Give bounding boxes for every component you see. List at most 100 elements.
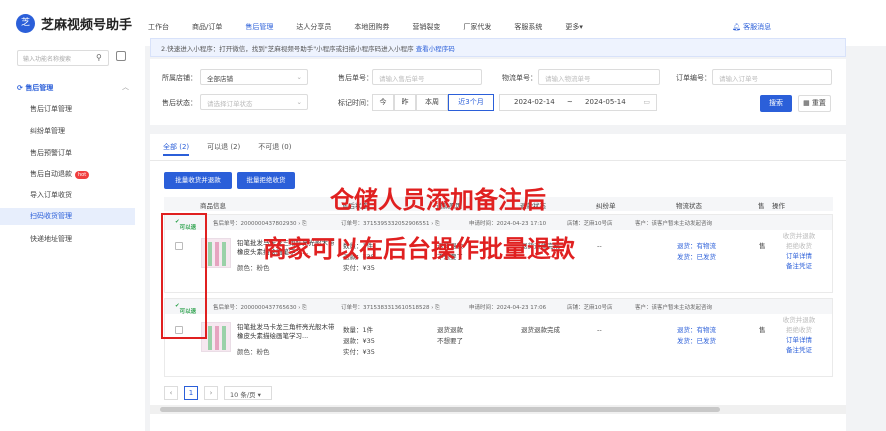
logistics-cell[interactable]: 退货：有物流 发货：已发货 — [677, 325, 716, 347]
bulk-reject-button[interactable]: 批量拒绝收货 — [237, 172, 295, 189]
logistics-label: 物流单号： — [502, 74, 537, 82]
bell-icon: 🔔︎ — [732, 23, 744, 31]
page-size-select[interactable]: 10 条/页 ▾ — [224, 386, 272, 400]
col-dispute: 纠纷单 — [596, 202, 616, 210]
date-sep: ~ — [566, 98, 573, 106]
after-no[interactable]: 售后单号：2000000437802930 › ⎘ — [213, 219, 307, 228]
tab-non-refundable[interactable]: 不可退 (0) — [258, 142, 291, 156]
sidebar-item-scan-receive[interactable]: 扫码收货管理 — [0, 208, 135, 225]
return-logistics[interactable]: 退货：有物流 — [677, 241, 716, 252]
order-label: 订单编号： — [676, 74, 711, 82]
sidebar-item-after-sales-orders[interactable]: 售后订单管理 — [30, 104, 72, 114]
list-panel: 全部 (2) 可以退 (2) 不可退 (0) 批量收货并退款 批量拒绝收货 商品… — [150, 134, 846, 431]
apply-time: 申请时间：2024-04-23 17:10 — [469, 221, 547, 227]
date-week-button[interactable]: 本周 — [416, 94, 448, 111]
table-row: ✔ 可以退 售后单号：2000000437765630 › ⎘ 订单号：3715… — [164, 298, 833, 377]
bulk-receive-refund-button[interactable]: 批量收货并退款 — [164, 172, 232, 189]
order-input[interactable]: 请输入订单号 — [712, 69, 832, 85]
menu-collapse-icon[interactable] — [116, 51, 126, 61]
receive-refund-link[interactable]: 收货并退款 — [765, 231, 833, 241]
tab-refundable[interactable]: 可以退 (2) — [207, 142, 240, 156]
sidebar-item-warning-orders[interactable]: 售后预警订单 — [30, 148, 72, 158]
sidebar-item-import-receive[interactable]: 导入订单收货 — [30, 190, 72, 200]
next-page-button[interactable]: › — [204, 386, 218, 400]
paid-amount: 实付：¥35 — [343, 264, 375, 272]
logistics-input[interactable]: 请输入物流单号 — [538, 69, 660, 85]
mini-program-code-link[interactable]: 查看小程序码 — [416, 45, 455, 53]
reject-receive-link[interactable]: 拒绝收货 — [765, 325, 833, 335]
sidebar-item-auto-refund[interactable]: 售后自动退款 hot — [30, 169, 90, 179]
sidebar-item-label: 售后自动退款 — [30, 170, 72, 178]
amount-cell: 数量：1件 退款：¥35 实付：¥35 — [343, 325, 375, 358]
ship-logistics[interactable]: 发货：已发货 — [677, 252, 716, 263]
product-color: 颜色：粉色 — [237, 348, 270, 356]
logistics-cell[interactable]: 退货：有物流 发货：已发货 — [677, 241, 716, 263]
receive-refund-link[interactable]: 收货并退款 — [765, 315, 833, 325]
date-range-picker[interactable]: 2024-02-14 ~ 2024-05-14 ▭ — [499, 94, 657, 111]
buyer-info: 客户：该客户暂未主动发起咨询 — [635, 221, 713, 227]
dispute: -- — [597, 326, 602, 334]
app-title: 芝麻视频号助手 — [41, 18, 133, 33]
search-button[interactable]: 搜索 — [760, 95, 792, 112]
message-label: 客服消息 — [743, 23, 772, 31]
chevron-up-icon[interactable]: ︿ — [122, 82, 129, 92]
filter-panel: 所属店铺： 全部店铺 ⌄ 售后单号： 请输入售后单号 物流单号： 请输入物流单号 … — [150, 59, 846, 125]
shop-select[interactable]: 全部店铺 ⌄ — [200, 69, 308, 85]
after-no-input[interactable]: 请输入售后单号 — [372, 69, 482, 85]
date-to: 2024-05-14 — [585, 98, 626, 106]
shop-label: 所属店铺： — [162, 74, 197, 82]
row-actions: 收货并退款 拒绝收货 订单详情 备注凭证 — [765, 315, 833, 355]
sidebar-item-address[interactable]: 快递地址管理 — [30, 234, 72, 244]
filter-tabs: 全部 (2) 可以退 (2) 不可退 (0) — [163, 142, 309, 156]
status-select[interactable]: 请选择订单状态 ⌄ — [200, 94, 308, 110]
row-header: ✔ 可以退 售后单号：2000000437765630 › ⎘ 订单号：3715… — [165, 299, 832, 315]
notice-bar: 2.快速进入小程序：打开微信，找到"芝麻视频号助手"小程序或扫描小程序码进入小程… — [150, 38, 846, 57]
refund-reason: 不想要了 — [437, 337, 463, 345]
shop-name: 店铺：芝麻10号店 — [567, 221, 613, 227]
note-voucher-link[interactable]: 备注凭证 — [765, 345, 833, 355]
prev-page-button[interactable]: ‹ — [164, 386, 178, 400]
col-logistics: 物流状态 — [676, 202, 702, 210]
tab-divider — [150, 160, 846, 161]
note-voucher-link[interactable]: 备注凭证 — [765, 261, 833, 271]
notice-text: 2.快速进入小程序：打开微信，找到"芝麻视频号助手"小程序或扫描小程序码进入小程… — [161, 45, 414, 53]
dispute: -- — [597, 242, 602, 250]
app-logo[interactable]: 芝 芝麻视频号助手 — [16, 14, 132, 33]
search-icon[interactable]: ⚲ — [96, 53, 102, 62]
reset-button[interactable]: ▦ 重置 — [798, 95, 831, 112]
order-no[interactable]: 订单号：3715395332052906551 › ⎘ — [341, 219, 440, 228]
ship-logistics[interactable]: 发货：已发货 — [677, 336, 716, 347]
row-header: ✔ 可以退 售后单号：2000000437802930 › ⎘ 订单号：3715… — [165, 215, 832, 231]
refund-amount: 退款：¥35 — [343, 337, 375, 345]
order-no[interactable]: 订单号：3715383313610518528 › ⎘ — [341, 303, 440, 312]
status-label: 售后状态： — [162, 99, 197, 107]
date-yesterday-button[interactable]: 昨 — [394, 94, 416, 111]
logo-icon: 芝 — [16, 14, 35, 33]
annotation-line-1: 仓储人员添加备注后 — [330, 186, 546, 214]
scrollbar-thumb[interactable] — [160, 407, 720, 412]
sidebar-group-after-sales[interactable]: ⟳ 售后管理 — [17, 83, 53, 93]
mark-time-label: 标记时间： — [338, 99, 373, 107]
message-link[interactable]: 🔔︎ 客服消息 — [732, 22, 771, 32]
col-product: 商品信息 — [200, 202, 226, 210]
page-button[interactable]: 1 — [184, 386, 198, 400]
sidebar-item-disputes[interactable]: 纠纷单管理 — [30, 126, 65, 136]
reject-receive-link[interactable]: 拒绝收货 — [765, 241, 833, 251]
date-today-button[interactable]: 今 — [372, 94, 394, 111]
after-status: 退货退款 — [437, 326, 463, 334]
product-title[interactable]: 铅笔批发马卡龙三角杆亮光般木带橡皮头素描绘画笔学习... — [237, 323, 337, 341]
after-no[interactable]: 售后单号：2000000437765630 › ⎘ — [213, 303, 307, 312]
order-detail-link[interactable]: 订单详情 — [765, 251, 833, 261]
horizontal-scrollbar[interactable] — [150, 405, 846, 414]
annotation-line-2: 商家可以在后台操作批量退款 — [263, 235, 575, 263]
reset-icon: ▦ — [803, 99, 812, 107]
row-actions: 收货并退款 拒绝收货 订单详情 备注凭证 — [765, 231, 833, 271]
date-3-months-button[interactable]: 近3个月 — [448, 94, 494, 111]
apply-time: 申请时间：2024-04-23 17:06 — [469, 305, 547, 311]
chevron-down-icon: ⌄ — [296, 98, 302, 106]
tab-all[interactable]: 全部 (2) — [163, 142, 190, 156]
hot-badge: hot — [75, 171, 90, 179]
highlight-box — [161, 213, 207, 339]
order-detail-link[interactable]: 订单详情 — [765, 335, 833, 345]
return-logistics[interactable]: 退货：有物流 — [677, 325, 716, 336]
